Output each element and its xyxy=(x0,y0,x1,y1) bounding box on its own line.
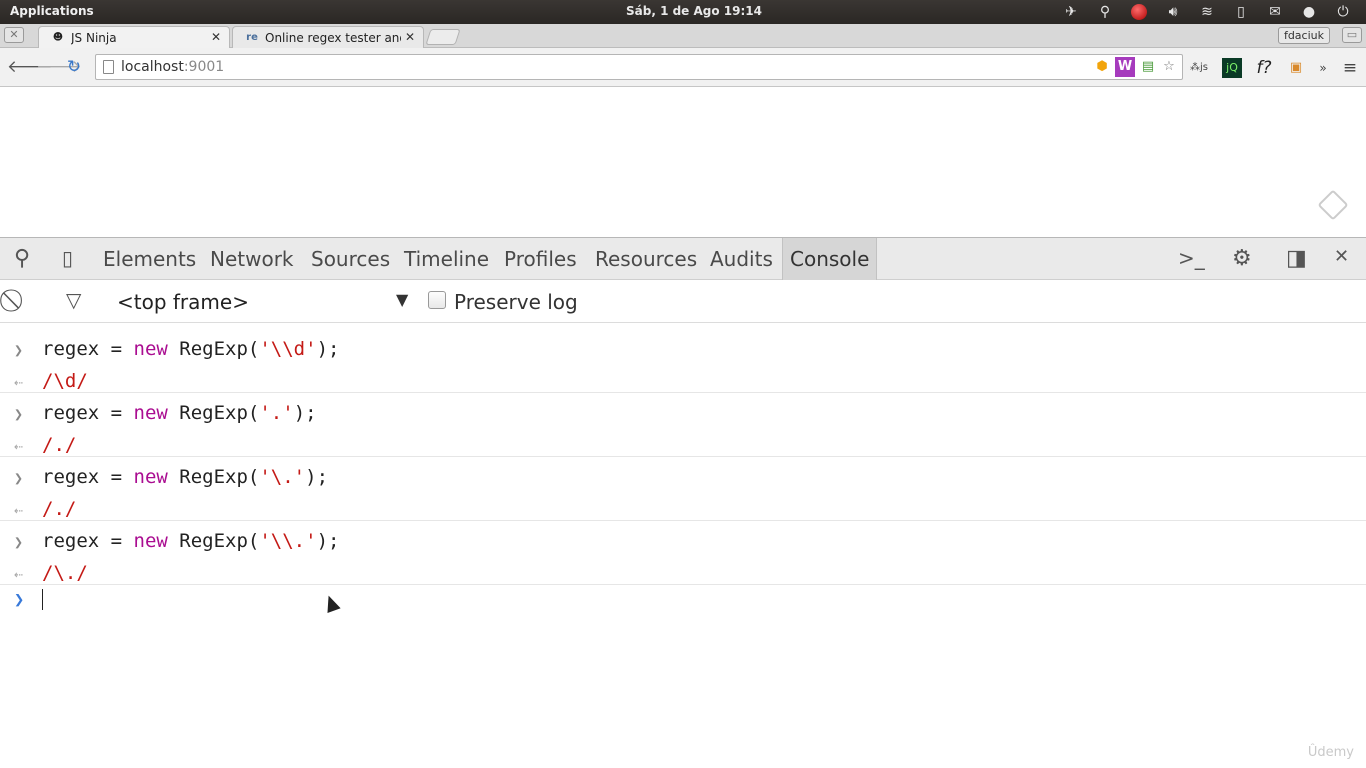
console-drawer-icon[interactable]: >_ xyxy=(1178,246,1205,272)
console-input[interactable]: regex = new RegExp('.'); xyxy=(42,402,317,424)
page-viewport xyxy=(0,87,1366,237)
new-tab-button[interactable] xyxy=(425,29,461,45)
console-input[interactable]: regex = new RegExp('\\.'); xyxy=(42,530,339,552)
system-tray: ✈ ⚲ 🔊︎ ≋ ▯ ✉ ● ⏻ xyxy=(1054,2,1360,22)
volume-icon[interactable]: 🔊︎ xyxy=(1156,4,1190,20)
console-output: /./ xyxy=(42,434,77,456)
dock-side-icon[interactable]: ◨ xyxy=(1286,246,1307,272)
tab-timeline[interactable]: Timeline xyxy=(404,238,489,280)
record-icon[interactable] xyxy=(1131,4,1147,20)
mail-icon[interactable]: ✉ xyxy=(1258,4,1292,20)
console-output: /\d/ xyxy=(42,370,88,392)
forward-icon[interactable]: 🡒 xyxy=(36,57,82,77)
tab-sources[interactable]: Sources xyxy=(311,238,390,280)
profile-button[interactable]: fdaciuk xyxy=(1277,27,1330,44)
w-extension-icon[interactable]: W xyxy=(1115,57,1135,77)
tab-console[interactable]: Console xyxy=(782,238,878,280)
close-devtools-icon[interactable]: ✕ xyxy=(1334,246,1349,272)
tab-title: Online regex tester and d xyxy=(265,31,401,45)
udemy-watermark: Ûdemy xyxy=(1307,745,1354,760)
prompt-chevron-icon: ❯ xyxy=(14,590,25,610)
search-icon[interactable]: ⚲ xyxy=(1088,4,1122,20)
frame-dropdown-arrow-icon[interactable]: ▼ xyxy=(396,290,408,309)
close-tab-icon[interactable]: ✕ xyxy=(211,30,221,44)
output-prompt-icon: ⇠ xyxy=(14,501,24,519)
output-prompt-icon: ⇠ xyxy=(14,565,24,583)
menu-icon[interactable]: ≡ xyxy=(1340,58,1360,78)
applications-menu[interactable]: Applications xyxy=(10,4,94,18)
regex101-icon: re xyxy=(246,32,258,43)
console-entry: ❯ regex = new RegExp('\\.'); ⇠ /\./ xyxy=(0,521,1366,585)
bird-icon[interactable]: ✈ xyxy=(1054,4,1088,20)
console-entry: ❯ regex = new RegExp('.'); ⇠ /./ xyxy=(0,393,1366,457)
url-text[interactable]: localhost:9001 xyxy=(121,59,224,75)
output-prompt-icon: ⇠ xyxy=(14,373,24,391)
browser-toolbar: 🡐 🡒 ↻ localhost:9001 ⬢ W ▤ ☆ ⁂js jQ f? ▣… xyxy=(0,48,1366,87)
mascot-extension-icon[interactable]: ▣ xyxy=(1286,58,1306,78)
jq-extension-icon[interactable]: jQ xyxy=(1222,58,1242,78)
console-panel[interactable]: ❯ regex = new RegExp('\\d'); ⇠ /\d/ ❯ re… xyxy=(0,323,1366,768)
console-input[interactable]: regex = new RegExp('\\d'); xyxy=(42,338,339,360)
window-close-button[interactable]: ✕ xyxy=(4,27,24,43)
address-bar[interactable]: localhost:9001 ⬢ W ▤ ☆ xyxy=(95,54,1183,80)
tab-elements[interactable]: Elements xyxy=(103,238,196,280)
tab-js-ninja[interactable]: ☻ JS Ninja ✕ xyxy=(38,26,230,48)
spreadsheet-extension-icon[interactable]: ▤ xyxy=(1138,57,1158,77)
settings-gear-icon[interactable]: ⚙ xyxy=(1232,246,1252,272)
console-entry: ❯ regex = new RegExp('\\d'); ⇠ /\d/ xyxy=(0,329,1366,393)
tab-regex-tester[interactable]: re Online regex tester and d ✕ xyxy=(232,26,424,48)
console-input[interactable]: regex = new RegExp('\.'); xyxy=(42,466,328,488)
devtools-tab-bar: ⚲ ▯ Elements Network Sources Timeline Pr… xyxy=(0,237,1366,280)
console-filter-bar: ⃠ ▽ <top frame> ▼ Preserve log xyxy=(0,280,1366,323)
system-clock[interactable]: Sáb, 1 de Ago 19:14 xyxy=(626,4,762,18)
input-prompt-icon: ❯ xyxy=(14,533,24,551)
console-prompt[interactable]: ❯ xyxy=(0,585,1366,615)
filter-icon[interactable]: ▽ xyxy=(66,288,81,312)
tab-title: JS Ninja xyxy=(71,31,117,45)
output-prompt-icon: ⇠ xyxy=(14,437,24,455)
input-prompt-icon: ❯ xyxy=(14,341,24,359)
tab-resources[interactable]: Resources xyxy=(595,238,697,280)
input-prompt-icon: ❯ xyxy=(14,405,24,423)
text-caret xyxy=(42,589,43,610)
console-output: /./ xyxy=(42,498,77,520)
preserve-log-label[interactable]: Preserve log xyxy=(454,290,578,314)
tag-icon[interactable] xyxy=(1317,189,1349,221)
tab-network[interactable]: Network xyxy=(210,238,294,280)
cube-extension-icon[interactable]: ⬢ xyxy=(1092,57,1112,77)
close-tab-icon[interactable]: ✕ xyxy=(405,30,415,44)
more-extensions-icon[interactable]: » xyxy=(1313,58,1333,78)
user-icon[interactable]: ● xyxy=(1292,4,1326,20)
reload-icon[interactable]: ↻ xyxy=(64,57,84,77)
js-extension-icon[interactable]: ⁂js xyxy=(1189,58,1209,78)
function-extension-icon[interactable]: f? xyxy=(1254,58,1274,78)
wifi-icon[interactable]: ≋ xyxy=(1190,4,1224,20)
tab-audits[interactable]: Audits xyxy=(710,238,773,280)
console-entry: ❯ regex = new RegExp('\.'); ⇠ /./ xyxy=(0,457,1366,521)
ninja-icon: ☻ xyxy=(52,32,64,43)
browser-tab-strip: ✕ ☻ JS Ninja ✕ re Online regex tester an… xyxy=(0,24,1366,48)
window-restore-button[interactable]: ▭ xyxy=(1342,27,1362,43)
preserve-log-checkbox[interactable] xyxy=(428,291,446,309)
inspect-search-icon[interactable]: ⚲ xyxy=(14,246,30,272)
power-icon[interactable]: ⏻ xyxy=(1326,4,1360,20)
battery-icon[interactable]: ▯ xyxy=(1224,4,1258,20)
frame-selector[interactable]: <top frame> xyxy=(117,290,249,314)
page-icon xyxy=(103,60,114,74)
console-output: /\./ xyxy=(42,562,88,584)
device-mode-icon[interactable]: ▯ xyxy=(62,246,73,272)
os-top-bar: Applications Sáb, 1 de Ago 19:14 ✈ ⚲ 🔊︎ … xyxy=(0,0,1366,24)
input-prompt-icon: ❯ xyxy=(14,469,24,487)
back-icon[interactable]: 🡐 xyxy=(7,57,53,77)
tab-profiles[interactable]: Profiles xyxy=(504,238,577,280)
bookmark-star-icon[interactable]: ☆ xyxy=(1159,57,1179,77)
